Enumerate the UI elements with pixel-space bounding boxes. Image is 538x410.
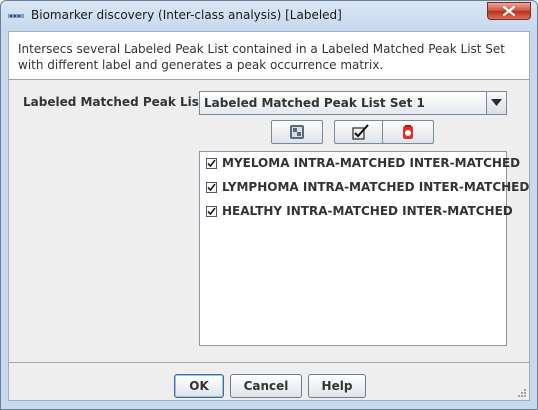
clear-selection-icon <box>403 125 413 139</box>
check-icon <box>352 124 369 140</box>
list-item-label: HEALTHY INTRA-MATCHED INTER-MATCHED <box>222 204 513 218</box>
checkmark-icon <box>207 159 216 168</box>
app-icon <box>8 14 24 18</box>
select-all-icon <box>290 125 304 139</box>
dropdown-arrow-button[interactable] <box>486 92 506 114</box>
resize-grip-icon[interactable] <box>517 388 527 398</box>
close-icon <box>503 6 515 16</box>
list-set-dropdown[interactable]: Labeled Matched Peak List Set 1 <box>199 91 507 115</box>
dialog-content: Intersecs several Labeled Peak List cont… <box>8 31 530 401</box>
select-all-button[interactable] <box>271 120 323 144</box>
close-button[interactable] <box>487 2 531 20</box>
description-text: Intersecs several Labeled Peak List cont… <box>18 42 506 72</box>
title-bar[interactable]: Biomarker discovery (Inter-class analysi… <box>1 1 537 31</box>
list-item-label: MYELOMA INTRA-MATCHED INTER-MATCHED <box>222 156 521 170</box>
dialog-window: Biomarker discovery (Inter-class analysi… <box>0 0 538 410</box>
lists-label: Labeled Matched Peak Lists <box>23 95 212 109</box>
description-panel: Intersecs several Labeled Peak List cont… <box>9 32 529 80</box>
checkbox[interactable] <box>206 158 217 169</box>
list-item-label: LYMPHOMA INTRA-MATCHED INTER-MATCHED <box>222 180 530 194</box>
checkbox[interactable] <box>206 206 217 217</box>
chevron-down-icon <box>491 99 502 106</box>
cancel-button[interactable]: Cancel <box>230 374 302 398</box>
window-title: Biomarker discovery (Inter-class analysi… <box>31 8 342 22</box>
ok-button[interactable]: OK <box>174 374 224 398</box>
checkmark-icon <box>207 183 216 192</box>
checkbox[interactable] <box>206 182 217 193</box>
dropdown-value: Labeled Matched Peak List Set 1 <box>204 96 425 110</box>
divider <box>9 362 529 363</box>
checkmark-icon <box>207 207 216 216</box>
check-all-button[interactable] <box>334 120 386 144</box>
help-button[interactable]: Help <box>308 374 366 398</box>
peak-list-box[interactable]: MYELOMA INTRA-MATCHED INTER-MATCHED LYMP… <box>199 151 529 346</box>
clear-selection-button[interactable] <box>382 120 434 144</box>
